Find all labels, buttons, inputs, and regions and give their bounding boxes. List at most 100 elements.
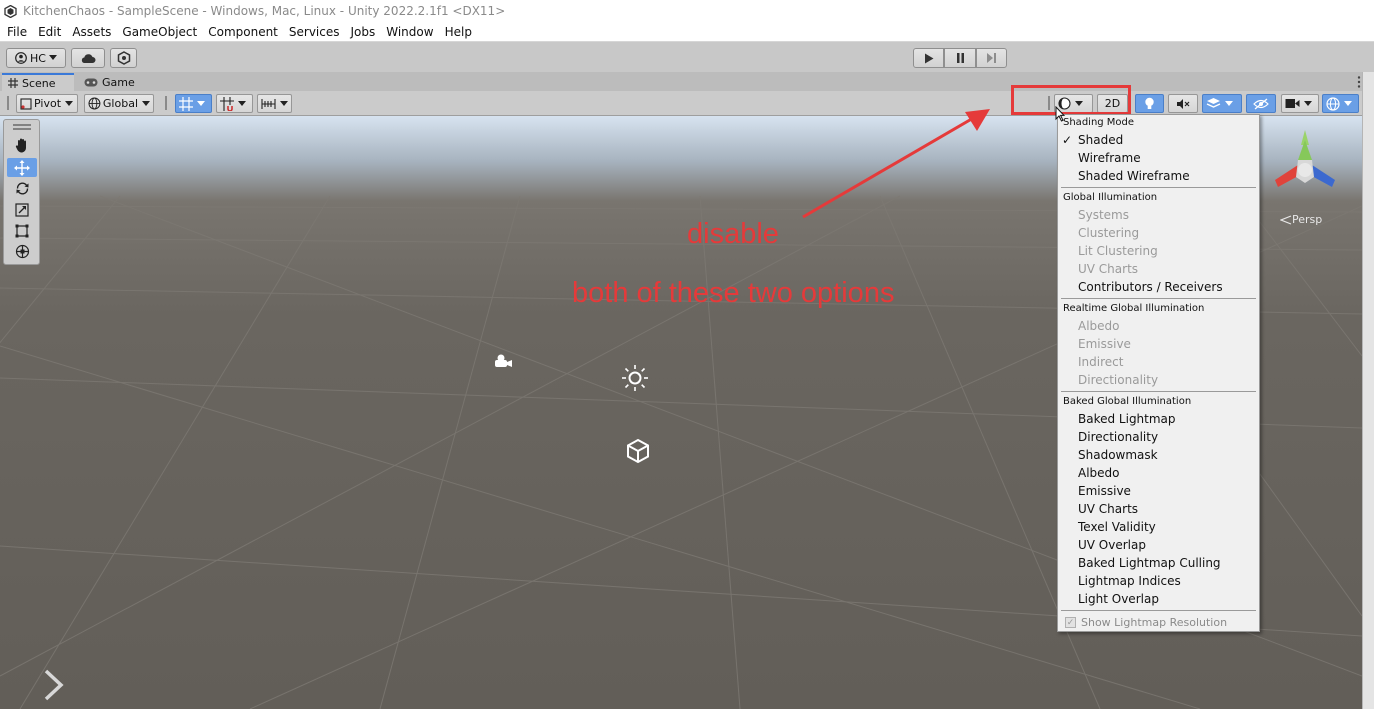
- orientation-gizmo[interactable]: [1270, 125, 1340, 195]
- camera-dropdown[interactable]: [1281, 94, 1319, 113]
- grid-snap-toggle[interactable]: [175, 94, 212, 113]
- toolbar-grip[interactable]: [165, 96, 167, 110]
- increment-snap-toggle[interactable]: [216, 94, 253, 113]
- menu-services[interactable]: Services: [284, 25, 346, 39]
- menu-item-shaded[interactable]: Shaded: [1078, 133, 1123, 147]
- camera-icon: [1285, 99, 1300, 108]
- section-global-illumination: Global Illumination: [1063, 192, 1158, 203]
- menu-item-lightmap-indices[interactable]: Lightmap Indices: [1078, 574, 1181, 588]
- pause-button[interactable]: [944, 48, 976, 68]
- globe-icon: [88, 97, 101, 110]
- menu-edit[interactable]: Edit: [33, 25, 67, 39]
- chevron-down-icon: [1225, 101, 1233, 106]
- toolbar-grip[interactable]: [7, 96, 9, 110]
- effects-dropdown[interactable]: [1202, 94, 1242, 113]
- transform-tool[interactable]: [7, 242, 37, 261]
- menu-item-baked-emissive[interactable]: Emissive: [1078, 484, 1131, 498]
- mute-icon: [1177, 98, 1190, 109]
- show-lightmap-resolution-label: Show Lightmap Resolution: [1081, 616, 1228, 629]
- menu-separator: [1061, 391, 1256, 392]
- main-toolbar: HC: [0, 43, 1374, 72]
- menu-item-baked-directionality[interactable]: Directionality: [1078, 430, 1158, 444]
- menu-file[interactable]: File: [2, 25, 33, 39]
- menu-item-wireframe[interactable]: Wireframe: [1078, 151, 1141, 165]
- menu-assets[interactable]: Assets: [67, 25, 117, 39]
- menu-item-texel-validity[interactable]: Texel Validity: [1078, 520, 1156, 534]
- light-bulb-icon: [1145, 97, 1154, 109]
- menu-item-shaded-wireframe[interactable]: Shaded Wireframe: [1078, 169, 1190, 183]
- pivot-icon: [20, 97, 32, 110]
- play-button[interactable]: [913, 48, 944, 68]
- menu-item-uv-overlap[interactable]: UV Overlap: [1078, 538, 1146, 552]
- chevron-right-icon[interactable]: [42, 668, 66, 702]
- chevron-down-icon: [197, 101, 205, 106]
- menu-item-lit-clustering: Lit Clustering: [1078, 244, 1158, 258]
- menu-item-baked-lightmap-culling[interactable]: Baked Lightmap Culling: [1078, 556, 1221, 570]
- menu-item-rt-directionality: Directionality: [1078, 373, 1159, 387]
- chevron-down-icon: [1304, 101, 1312, 106]
- gizmos-dropdown[interactable]: [1322, 94, 1359, 113]
- rotate-tool[interactable]: [7, 179, 37, 198]
- menu-item-baked-albedo[interactable]: Albedo: [1078, 466, 1120, 480]
- tab-bar: Scene Game: [0, 72, 1374, 91]
- hidden-eye-icon: [1253, 98, 1269, 109]
- account-icon: [15, 52, 27, 64]
- tool-palette: [3, 119, 40, 265]
- sun-light-icon[interactable]: [621, 364, 649, 392]
- gamepad-icon: [84, 78, 98, 86]
- menu-item-rt-indirect: Indirect: [1078, 355, 1124, 369]
- drag-handle-icon[interactable]: [13, 124, 31, 130]
- menu-help[interactable]: Help: [440, 25, 478, 39]
- menu-item-uv-charts: UV Charts: [1078, 262, 1139, 276]
- menu-item-clustering: Clustering: [1078, 226, 1140, 240]
- cube-object-icon[interactable]: [625, 438, 651, 464]
- step-icon: [987, 53, 996, 63]
- tab-game[interactable]: Game: [78, 73, 148, 91]
- projection-toggle[interactable]: Persp: [1280, 213, 1322, 226]
- ruler-icon: [261, 98, 276, 109]
- mouse-cursor-icon: [1055, 106, 1065, 122]
- scale-tool[interactable]: [7, 200, 37, 219]
- menu-jobs[interactable]: Jobs: [346, 25, 382, 39]
- chevron-down-icon: [238, 101, 246, 106]
- annotation-text-2: both of these two options: [572, 277, 895, 309]
- scale-icon: [15, 202, 29, 217]
- shading-mode-menu: Shading Mode ✓ Shaded Wireframe Shaded W…: [1057, 114, 1260, 632]
- audio-toggle[interactable]: [1168, 94, 1198, 113]
- transform-icon: [15, 244, 29, 259]
- tab-scene[interactable]: Scene: [2, 73, 74, 91]
- collab-button[interactable]: [110, 48, 137, 68]
- pivot-dropdown[interactable]: Pivot: [16, 94, 78, 113]
- title-bar: KitchenChaos - SampleScene - Windows, Ma…: [0, 0, 1374, 22]
- step-button[interactable]: [976, 48, 1007, 68]
- section-realtime-gi: Realtime Global Illumination: [1063, 303, 1205, 314]
- menu-window[interactable]: Window: [381, 25, 439, 39]
- menu-item-contributors-receivers[interactable]: Contributors / Receivers: [1078, 280, 1223, 294]
- global-label: Global: [102, 97, 138, 110]
- ruler-snap-toggle[interactable]: [257, 94, 292, 113]
- camera-gizmo-icon[interactable]: [492, 352, 514, 370]
- menu-item-light-overlap[interactable]: Light Overlap: [1078, 592, 1159, 606]
- menu-gameobject[interactable]: GameObject: [117, 25, 203, 39]
- gizmo-globe-icon: [1326, 96, 1340, 111]
- global-dropdown[interactable]: Global: [84, 94, 154, 113]
- show-lightmap-resolution-toggle[interactable]: ✓ Show Lightmap Resolution: [1065, 616, 1227, 629]
- vertical-scrollbar[interactable]: [1362, 72, 1374, 709]
- section-baked-gi: Baked Global Illumination: [1063, 396, 1192, 407]
- move-tool[interactable]: [7, 158, 37, 177]
- cloud-button[interactable]: [71, 48, 105, 68]
- menu-component[interactable]: Component: [203, 25, 284, 39]
- chevron-down-icon: [48, 55, 57, 60]
- pivot-label: Pivot: [34, 97, 62, 110]
- rect-tool[interactable]: [7, 221, 37, 240]
- hand-tool[interactable]: [7, 136, 37, 155]
- grid-snap-icon: [179, 96, 193, 111]
- account-dropdown[interactable]: HC: [6, 48, 66, 68]
- lighting-toggle[interactable]: [1135, 94, 1164, 113]
- menu-item-baked-lightmap[interactable]: Baked Lightmap: [1078, 412, 1176, 426]
- menu-item-shadowmask[interactable]: Shadowmask: [1078, 448, 1158, 462]
- tab-game-label: Game: [102, 75, 135, 89]
- menu-item-baked-uv-charts[interactable]: UV Charts: [1078, 502, 1138, 516]
- window-title: KitchenChaos - SampleScene - Windows, Ma…: [23, 4, 506, 18]
- scene-visibility-toggle[interactable]: [1246, 94, 1276, 113]
